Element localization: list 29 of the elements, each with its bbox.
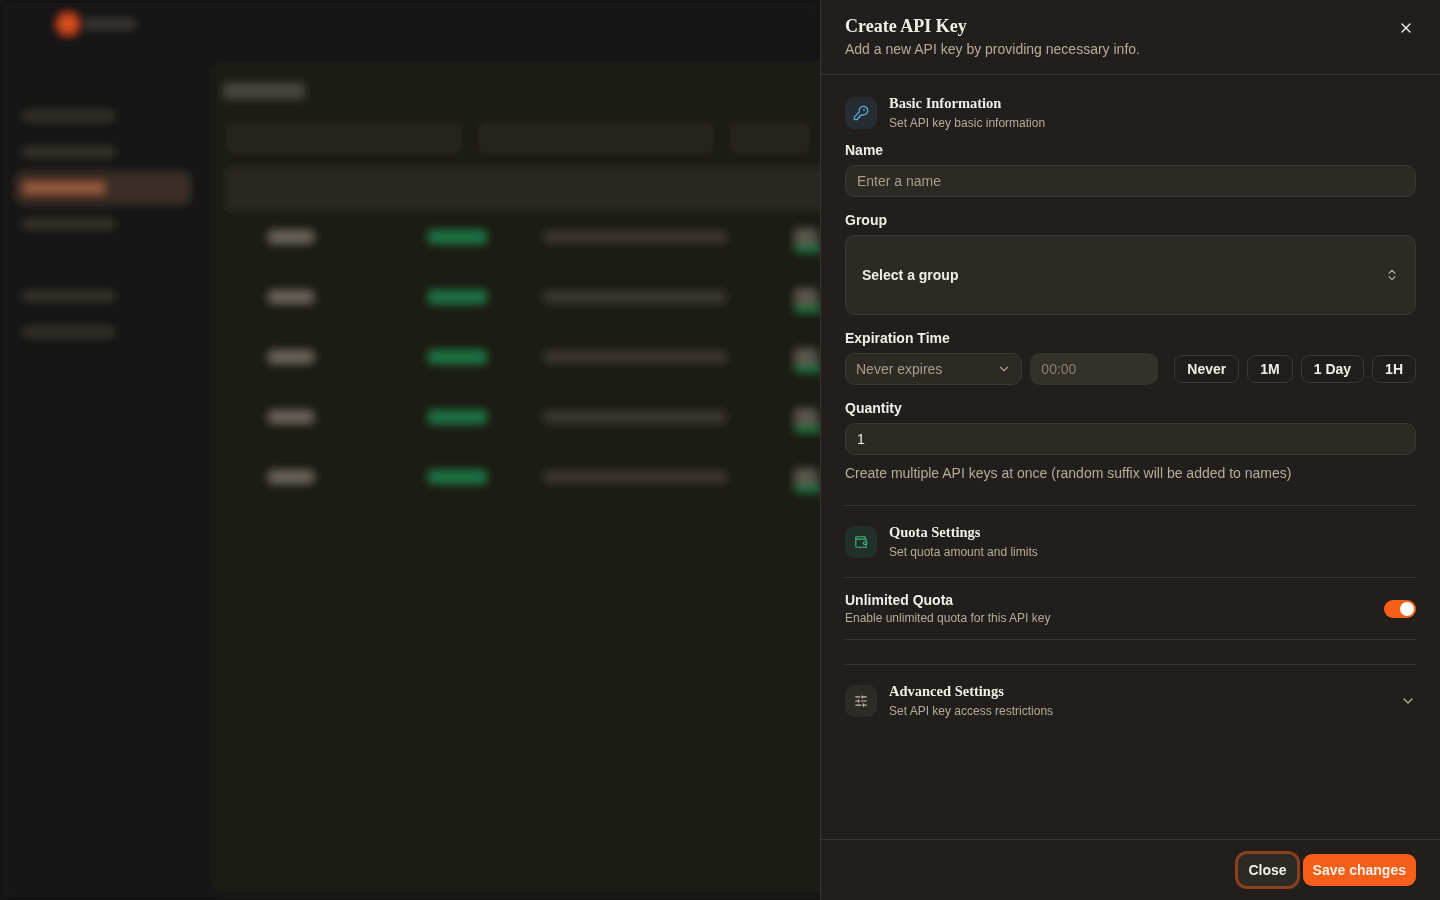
wallet-icon: [845, 525, 877, 558]
sliders-icon: [845, 684, 877, 717]
preset-button[interactable]: Never: [1174, 355, 1240, 383]
section-title: Quota Settings: [889, 524, 982, 541]
close-button[interactable]: Close: [1238, 854, 1297, 886]
name-field[interactable]: Enter a name: [845, 165, 1416, 197]
field-label: Name: [845, 142, 885, 158]
section-subtitle: Set quota amount and limits: [889, 545, 1038, 559]
group-select[interactable]: Select a group: [845, 235, 1416, 315]
section-title: Advanced Settings: [889, 683, 1005, 700]
section-title: Basic Information: [889, 95, 1003, 112]
preset-button[interactable]: 1M: [1247, 355, 1293, 383]
field-hint: Create multiple API keys at once (random suffix will be added to names): [845, 465, 1293, 481]
field-label: Expiration Time: [845, 330, 951, 346]
time-field[interactable]: 00:00: [1030, 353, 1159, 385]
toggle-description: Enable unlimited quota for this API key: [845, 611, 1051, 625]
preset-button[interactable]: 1 Day: [1300, 355, 1365, 383]
toggle-label: Unlimited Quota: [845, 592, 955, 608]
quantity-field[interactable]: 1: [845, 423, 1416, 455]
field-label: Quantity: [845, 400, 903, 416]
drawer-subtitle: Add a new API key by providing necessary info.: [845, 41, 1140, 57]
section-subtitle: Set API key basic information: [889, 116, 1046, 130]
key-icon: [845, 96, 877, 129]
field-label: Group: [845, 212, 888, 228]
unlimited-quota-switch[interactable]: [1384, 599, 1416, 618]
expiration-select[interactable]: Never expires: [845, 353, 1023, 385]
drawer-title: Create API Key: [845, 16, 968, 37]
preset-button[interactable]: 1H: [1372, 355, 1416, 383]
section-subtitle: Set API key access restrictions: [889, 704, 1054, 718]
